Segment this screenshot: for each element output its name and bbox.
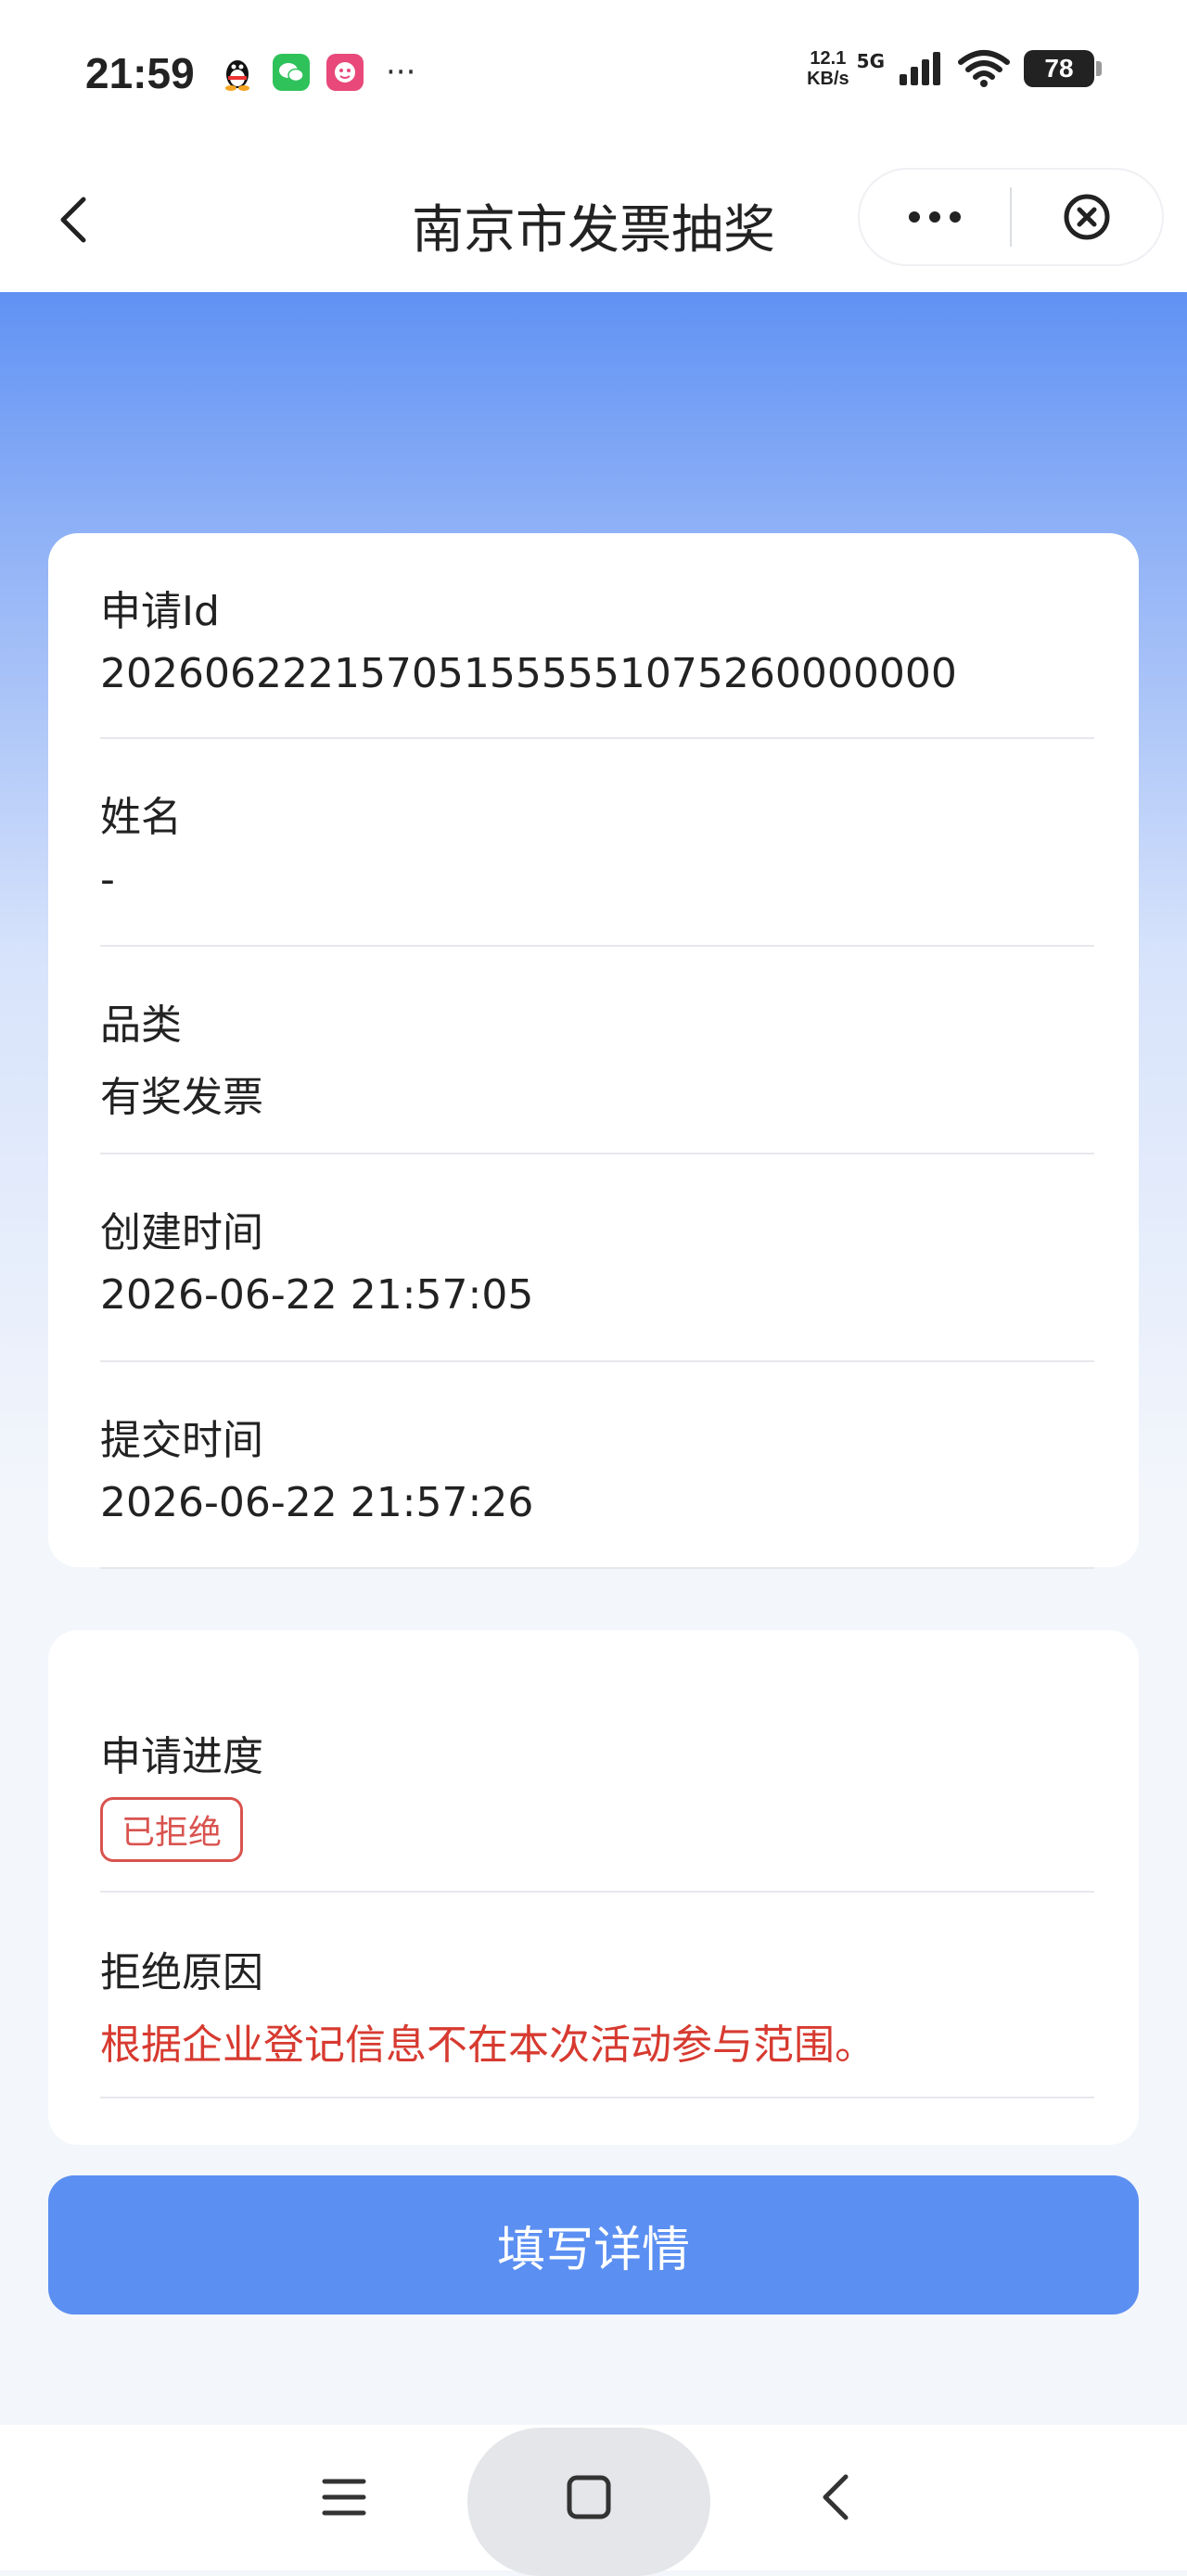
mini-program-capsule — [858, 168, 1164, 266]
application-info-card: 申请Id 202606222157051555551075260000000 姓… — [48, 533, 1139, 1569]
field-value: 有奖发票 — [100, 1074, 263, 1121]
reject-reason-label: 拒绝原因 — [100, 1949, 263, 1996]
wifi-icon — [958, 50, 1010, 87]
field-value: 2026-06-22 21:57:05 — [100, 1271, 534, 1319]
qq-icon — [219, 54, 256, 91]
network-speed-value: 12.1 — [810, 48, 847, 69]
application-status-card: 申请进度 已拒绝 拒绝原因 根据企业登记信息不在本次活动参与范围。 — [48, 1630, 1139, 2145]
status-bar: 21:59 ··· 12.1 KB/s 5G 78 — [0, 0, 1187, 153]
field-label: 品类 — [100, 1001, 182, 1049]
fill-details-button[interactable]: 填写详情 — [48, 2175, 1139, 2315]
field-value: 2026-06-22 21:57:26 — [100, 1479, 534, 1526]
more-button[interactable] — [860, 170, 1010, 264]
status-time: 21:59 — [85, 49, 195, 97]
more-notifications-icon: ··· — [386, 54, 416, 91]
field-application-id: 申请Id 202606222157051555551075260000000 — [100, 533, 1094, 739]
close-button[interactable] — [1012, 170, 1162, 264]
field-created-time: 创建时间 2026-06-22 21:57:05 — [100, 1154, 1094, 1362]
system-back-icon[interactable] — [816, 2472, 853, 2522]
nav-bar: 南京市发票抽奖 — [0, 153, 1187, 292]
field-value: 202606222157051555551075260000000 — [100, 650, 957, 697]
field-submitted-time: 提交时间 2026-06-22 21:57:26 — [100, 1362, 1094, 1569]
field-category: 品类 有奖发票 — [100, 947, 1094, 1154]
battery-icon: 78 — [1024, 50, 1102, 87]
field-name: 姓名 - — [100, 739, 1094, 947]
wechat-icon — [273, 54, 310, 91]
field-label: 创建时间 — [100, 1209, 263, 1256]
notification-icons: ··· — [219, 54, 415, 91]
network-speed-unit: KB/s — [807, 69, 849, 89]
app-notification-icon — [326, 54, 364, 91]
more-dots-icon — [909, 211, 961, 223]
field-reject-reason: 拒绝原因 根据企业登记信息不在本次活动参与范围。 — [100, 1893, 1094, 2098]
network-speed: 12.1 KB/s — [807, 48, 849, 89]
field-label: 提交时间 — [100, 1417, 263, 1464]
system-status: 12.1 KB/s 5G 78 — [807, 48, 1102, 89]
menu-icon[interactable] — [321, 2474, 367, 2520]
signal-icon — [900, 52, 940, 85]
field-value: - — [100, 856, 115, 903]
progress-label: 申请进度 — [100, 1733, 263, 1780]
status-badge: 已拒绝 — [100, 1797, 244, 1862]
field-label: 申请Id — [100, 588, 220, 635]
field-progress: 申请进度 已拒绝 — [100, 1630, 1094, 1893]
close-circle-icon — [1064, 194, 1110, 240]
field-label: 姓名 — [100, 794, 182, 841]
network-type: 5G — [856, 50, 885, 72]
reject-reason-value: 根据企业登记信息不在本次活动参与范围。 — [100, 2021, 875, 2069]
home-square-icon — [567, 2475, 611, 2519]
